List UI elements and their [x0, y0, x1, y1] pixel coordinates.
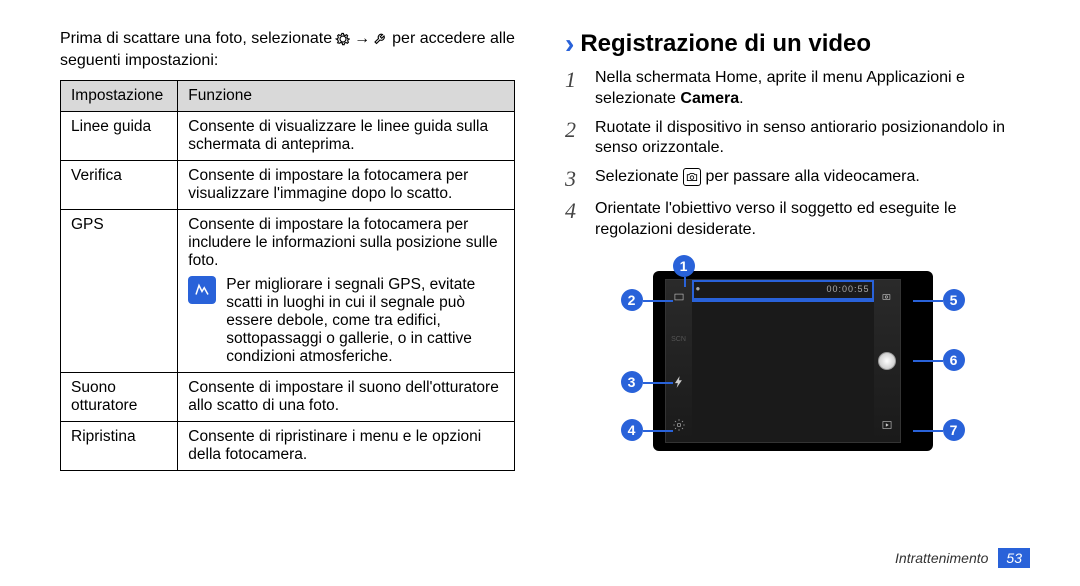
gps-desc: Consente di impostare la fotocamera per …	[188, 216, 504, 270]
step-4: 4 Orientate l'obiettivo verso il soggett…	[565, 199, 1020, 241]
setting-desc: Consente di visualizzare le linee guida …	[178, 112, 515, 161]
callout-6: 6	[943, 349, 965, 371]
camera-left-strip: SCN	[666, 280, 692, 442]
setting-desc: Consente di ripristinare i menu e le opz…	[178, 422, 515, 471]
col-header-setting: Impostazione	[61, 81, 178, 112]
step-body: Nella schermata Home, aprite il menu App…	[595, 68, 1020, 110]
callout-line	[643, 382, 673, 384]
camera-icon	[683, 168, 701, 186]
step-number: 3	[565, 167, 585, 191]
setting-name: Suono otturatore	[61, 373, 178, 422]
wrench-icon	[372, 30, 390, 48]
step-body: Orientate l'obiettivo verso il soggetto …	[595, 199, 1020, 241]
settings-gear-icon	[666, 412, 692, 438]
record-button	[874, 348, 900, 374]
note-icon	[188, 276, 216, 304]
gear-icon	[334, 30, 352, 48]
step-2: 2 Ruotate il dispositivo in senso antior…	[565, 118, 1020, 160]
step-text: Nella schermata Home, aprite il menu App…	[595, 69, 965, 107]
camera-right-strip	[874, 280, 900, 442]
step-body: Selezionate per passare alla videocamera…	[595, 167, 1020, 191]
col-header-function: Funzione	[178, 81, 515, 112]
page-number: 53	[998, 548, 1030, 568]
section-heading: › Registrazione di un video	[565, 30, 1020, 58]
step-number: 2	[565, 118, 585, 160]
intro-text: Prima di scattare una foto, selezionate …	[60, 30, 515, 48]
camera-top-bar: ● 00:00:55	[692, 280, 874, 300]
setting-name: Verifica	[61, 161, 178, 210]
callout-line	[913, 430, 943, 432]
table-row: Verifica Consente di impostare la fotoca…	[61, 161, 515, 210]
rec-indicator-icon: ●	[696, 284, 701, 293]
intro-after: per accedere alle	[392, 30, 515, 48]
left-column: Prima di scattare una foto, selezionate …	[50, 30, 545, 566]
setting-name: Linee guida	[61, 112, 178, 161]
step-1: 1 Nella schermata Home, aprite il menu A…	[565, 68, 1020, 110]
heading-text: Registrazione di un video	[580, 30, 871, 58]
setting-desc: Consente di impostare la fotocamera per …	[178, 161, 515, 210]
step-text: Selezionate	[595, 168, 683, 185]
intro-line2: seguenti impostazioni:	[60, 52, 515, 70]
right-column: › Registrazione di un video 1 Nella sche…	[545, 30, 1030, 566]
setting-desc: Consente di impostare la fotocamera per …	[178, 210, 515, 373]
camera-diagram: SCN ● 00:00:55	[613, 261, 973, 461]
callout-1: 1	[673, 255, 695, 277]
callout-7: 7	[943, 419, 965, 441]
note-text: Per migliorare i segnali GPS, evitate sc…	[226, 276, 504, 366]
chevron-icon: ›	[565, 30, 574, 58]
intro-before: Prima di scattare una foto, selezionate	[60, 30, 332, 48]
callout-2: 2	[621, 289, 643, 311]
step-body: Ruotate il dispositivo in senso antiorar…	[595, 118, 1020, 160]
arrow-icon: →	[354, 30, 370, 48]
table-row: Suono otturatore Consente di impostare i…	[61, 373, 515, 422]
note-block: Per migliorare i segnali GPS, evitate sc…	[188, 276, 504, 366]
table-row: Ripristina Consente di ripristinare i me…	[61, 422, 515, 471]
callout-line	[643, 430, 673, 432]
callout-line	[684, 277, 686, 287]
mode-icon	[666, 284, 692, 310]
step-3: 3 Selezionate per passare alla videocame…	[565, 167, 1020, 191]
table-header-row: Impostazione Funzione	[61, 81, 515, 112]
setting-name: Ripristina	[61, 422, 178, 471]
step-bold: Camera	[680, 90, 739, 107]
footer-section: Intrattenimento	[895, 550, 988, 566]
phone-screen: SCN ● 00:00:55	[665, 279, 901, 443]
table-row: Linee guida Consente di visualizzare le …	[61, 112, 515, 161]
table-row: GPS Consente di impostare la fotocamera …	[61, 210, 515, 373]
step-number: 4	[565, 199, 585, 241]
callout-line	[913, 360, 943, 362]
callout-5: 5	[943, 289, 965, 311]
page-footer: Intrattenimento 53	[895, 548, 1030, 568]
step-text-post: .	[739, 90, 743, 107]
step-text-post: per passare alla videocamera.	[706, 168, 920, 185]
gallery-icon	[874, 412, 900, 438]
callout-line	[913, 300, 943, 302]
callout-3: 3	[621, 371, 643, 393]
callout-line	[643, 300, 673, 302]
callout-4: 4	[621, 419, 643, 441]
rec-time: 00:00:55	[826, 284, 869, 294]
scn-icon: SCN	[666, 327, 692, 353]
step-number: 1	[565, 68, 585, 110]
setting-name: GPS	[61, 210, 178, 373]
setting-desc: Consente di impostare il suono dell'ottu…	[178, 373, 515, 422]
switch-cam-icon	[874, 284, 900, 310]
settings-table: Impostazione Funzione Linee guida Consen…	[60, 80, 515, 471]
